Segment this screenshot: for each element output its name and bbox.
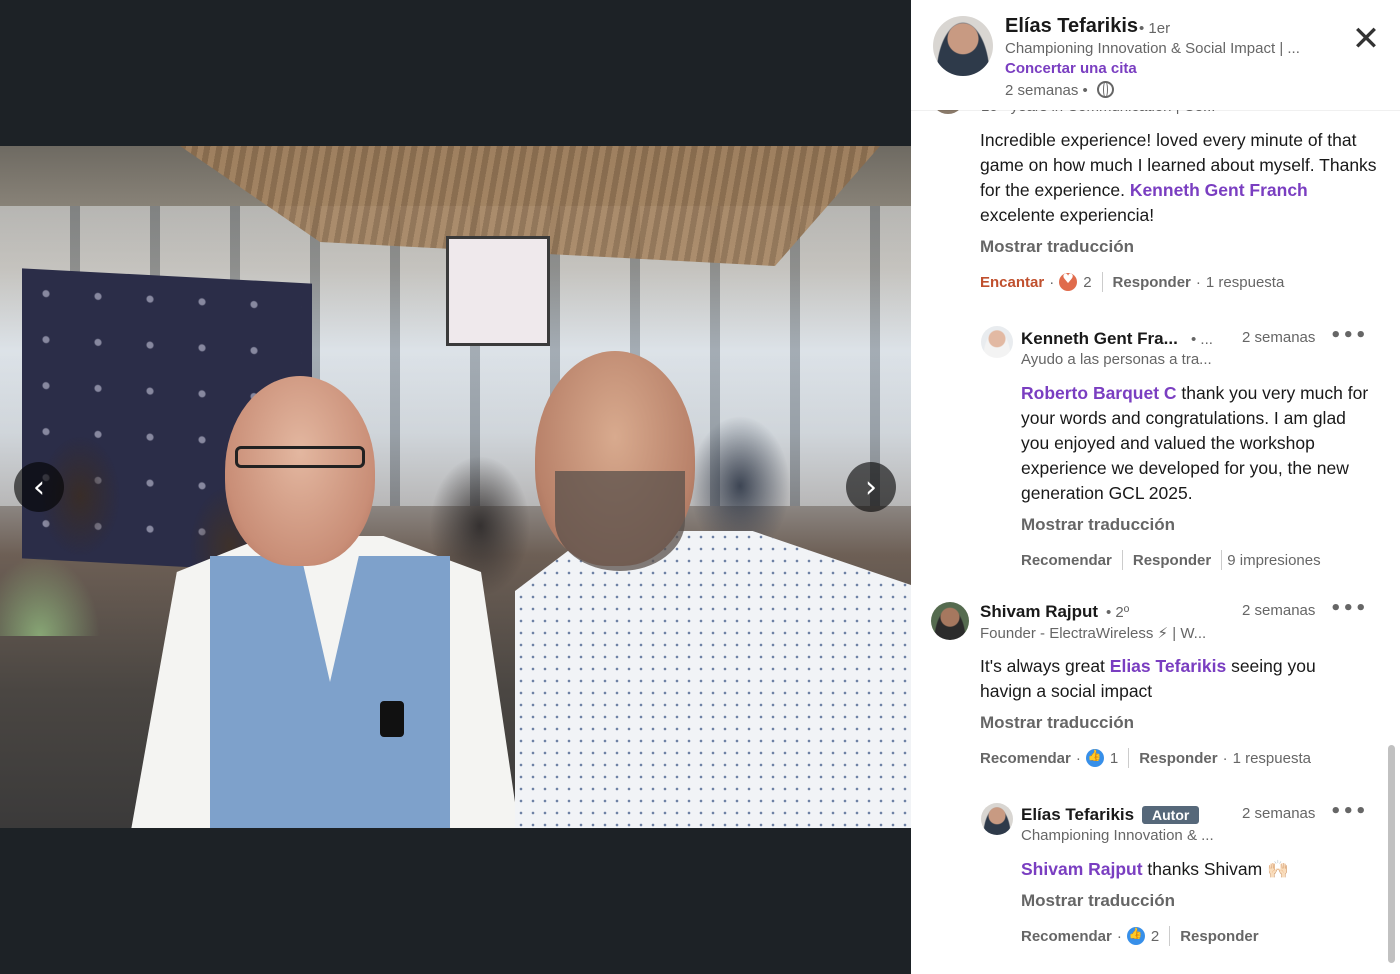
love-reaction-icon [1059,272,1078,291]
comment-time: 2 semanas [1242,805,1316,822]
commenter-headline: Ayudo a las personas a tra... [1021,351,1212,368]
comment-actions: Recomendar Responder 9 impresiones [1021,550,1321,570]
commenter-name[interactable]: Kenneth Gent Fra... [1021,329,1178,349]
impressions-count: 9 impresiones [1227,551,1321,569]
close-button[interactable]: ✕ [1347,19,1385,59]
reaction-count[interactable]: 2 [1083,274,1091,291]
chevron-left-icon: ‹ [33,469,45,505]
reply-button[interactable]: Responder [1180,928,1258,945]
author-headline: Championing Innovation & Social Impact |… [1005,40,1300,57]
comment-actions: Recomendar · 1 Responder · 1 respuesta [980,748,1311,768]
commenter-headline: Founder - ElectraWireless ⚡ | W... [980,625,1207,642]
more-options-button[interactable]: ••• [1330,801,1368,822]
show-translation-button[interactable]: Mostrar traducción [1021,515,1175,535]
globe-icon [1097,81,1114,98]
comment-text: Incredible experience! loved every minut… [980,130,1377,225]
comment-actions: Encantar · 2 Responder · 1 respuesta [980,272,1284,292]
reply-button[interactable]: Responder [1133,552,1211,569]
more-options-button[interactable]: ••• [1330,325,1368,346]
connection-degree: • 1er [1139,20,1171,37]
scrollbar[interactable] [1388,745,1395,963]
comment-text: Shivam Rajput thanks Shivam 🙌🏻 [1021,859,1289,879]
commenter-name[interactable]: Shivam Rajput [980,602,1098,622]
connection-degree: • 2º [1106,604,1130,621]
person-left [130,376,520,828]
reply-button[interactable]: Responder [1139,750,1217,767]
show-translation-button[interactable]: Mostrar traducción [980,237,1134,257]
book-appointment-link[interactable]: Concertar una cita [1005,60,1137,77]
comment-actions: Recomendar · 2 Responder [1021,926,1259,946]
recommend-button[interactable]: Recomendar [980,750,1071,767]
comment-time: 2 semanas [1242,329,1316,346]
avatar[interactable] [931,602,969,640]
show-translation-button[interactable]: Mostrar traducción [980,713,1134,733]
post-panel: 10+ years in Communication | Ce... Elías… [911,0,1400,974]
more-options-button[interactable]: ••• [1330,598,1368,619]
close-icon: ✕ [1351,19,1381,59]
comment-time: 2 semanas [1242,602,1316,619]
comment-text: It's always great Elias Tefarikis seeing… [980,656,1316,701]
author-badge: Autor [1142,806,1200,824]
post-time: 2 semanas • [1005,82,1088,99]
commenter-name[interactable]: Elías Tefarikis [1021,805,1134,825]
previous-image-button[interactable]: ‹ [14,462,64,512]
author-avatar[interactable] [933,16,993,76]
person-right [515,351,911,828]
like-reaction-icon [1126,927,1145,945]
connection-degree: • ... [1191,331,1213,348]
show-translation-button[interactable]: Mostrar traducción [1021,891,1175,911]
media-viewer: ‹ › [0,0,911,974]
projector-screen [446,236,550,346]
mention-link[interactable]: Elias Tefarikis [1110,656,1226,676]
next-image-button[interactable]: › [846,462,896,512]
chevron-right-icon: › [865,469,877,505]
reaction-count[interactable]: 2 [1151,928,1159,945]
reaction-count[interactable]: 1 [1110,750,1118,767]
avatar[interactable] [981,326,1013,358]
recommend-button[interactable]: Recomendar [1021,928,1112,945]
post-photo [0,146,911,828]
author-name[interactable]: Elías Tefarikis [1005,15,1138,38]
recommend-button[interactable]: Recomendar [1021,552,1112,569]
like-reaction-icon [1085,749,1104,767]
post-header: Elías Tefarikis • 1er Championing Innova… [911,0,1400,110]
mention-link[interactable]: Kenneth Gent Franch [1130,180,1308,200]
comment-text: Roberto Barquet C thank you very much fo… [1021,383,1369,503]
replies-count[interactable]: 1 respuesta [1233,750,1311,767]
mention-link[interactable]: Roberto Barquet C [1021,383,1177,403]
replies-count[interactable]: 1 respuesta [1206,274,1284,291]
lapel-microphone [380,701,404,737]
avatar[interactable] [981,803,1013,835]
commenter-headline: Championing Innovation & ... [1021,827,1214,844]
reply-button[interactable]: Responder [1113,274,1191,291]
react-love-button[interactable]: Encantar [980,274,1044,291]
mention-link[interactable]: Shivam Rajput [1021,859,1143,879]
